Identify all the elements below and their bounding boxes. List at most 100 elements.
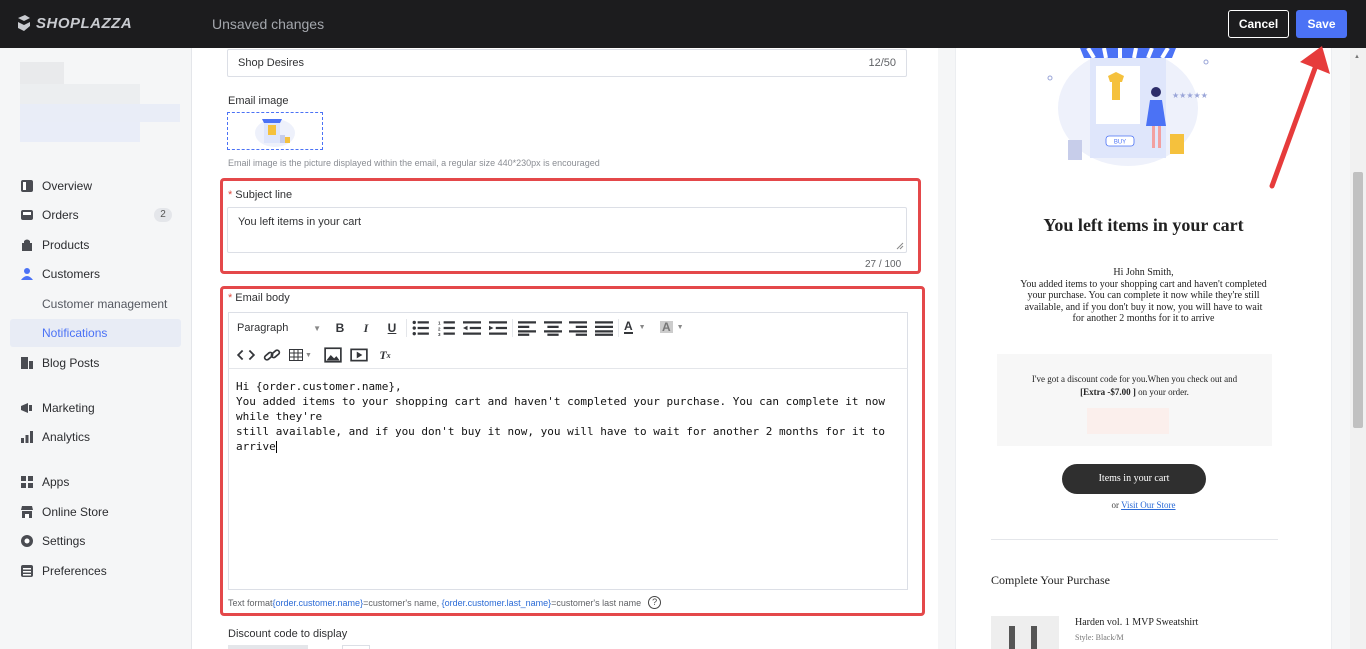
align-center-icon[interactable] [544, 320, 562, 336]
sender-name-value: Shop Desires [238, 57, 305, 69]
align-left-icon[interactable] [518, 320, 536, 336]
text-color-button[interactable]: A ▼ [624, 319, 652, 335]
preview-body: Hi John Smith, You added items to your s… [1020, 267, 1267, 324]
visit-store-line: or Visit Our Store [1111, 500, 1176, 510]
sidebar-item-products[interactable]: Products [20, 235, 89, 255]
text-cursor [275, 441, 277, 453]
sidebar-item-preferences[interactable]: Preferences [20, 561, 107, 581]
email-image-upload[interactable] [227, 112, 323, 150]
sidebar-item-overview[interactable]: Overview [20, 176, 92, 196]
product-style: Style: Black/M [1075, 633, 1124, 642]
discount-text: I've got a discount code for you.When yo… [1031, 374, 1238, 397]
store-url-blur [20, 122, 140, 142]
svg-text:3: 3 [438, 332, 441, 336]
discount-code-image [1087, 408, 1169, 434]
svg-text:1: 1 [438, 321, 441, 326]
chevron-down-icon: ▼ [676, 323, 684, 331]
table-button[interactable]: ▼ [289, 347, 315, 363]
sidebar-item-online-store[interactable]: Online Store [20, 502, 109, 522]
body-text-line: still available, and if you don't buy it… [236, 425, 886, 453]
help-icon[interactable]: ? [648, 596, 662, 609]
complete-purchase-heading: Complete Your Purchase [991, 573, 1110, 587]
bullet-list-icon[interactable] [412, 320, 430, 336]
sidebar-item-label: Blog Posts [42, 356, 100, 370]
notification-editor: Shop Desires 12/50 Email image Email ima… [192, 48, 938, 649]
cancel-button[interactable]: Cancel [1228, 10, 1289, 38]
outdent-icon[interactable] [463, 320, 481, 336]
text-format-hint: Text format {order.customer.name} =custo… [228, 596, 662, 609]
discount-option-text [228, 645, 308, 649]
preview-heading: You left items in your cart [1043, 215, 1244, 235]
sidebar-item-orders[interactable]: Orders [20, 205, 79, 225]
source-code-icon[interactable] [237, 347, 255, 363]
email-body-editor[interactable]: Hi {order.customer.name}, You added item… [228, 368, 908, 590]
body-text-line: You added items to your shopping cart an… [236, 395, 886, 423]
paragraph-select[interactable]: Paragraph ▼ [237, 320, 323, 336]
save-button[interactable]: Save [1296, 10, 1347, 38]
sidebar-item-label: Online Store [42, 505, 109, 519]
scroll-up-icon[interactable]: ▲ [1354, 54, 1360, 60]
store-icon [21, 506, 33, 518]
sidebar-item-customers[interactable]: Customers [20, 264, 100, 284]
subject-label: * Subject line [228, 189, 293, 201]
unsaved-status: Unsaved changes [212, 16, 325, 32]
apps-icon [21, 476, 33, 488]
sidebar-item-marketing[interactable]: Marketing [20, 398, 95, 418]
video-icon[interactable] [350, 347, 368, 363]
sidebar-item-customer-management[interactable]: Customer management [42, 297, 167, 311]
scroll-thumb[interactable] [1353, 172, 1363, 428]
discount-select[interactable] [342, 645, 370, 649]
image-icon[interactable] [324, 347, 342, 363]
numbered-list-icon[interactable]: 123 [438, 320, 456, 336]
product-image [1009, 626, 1037, 649]
subject-count: 27 / 100 [865, 259, 902, 270]
preferences-icon [21, 565, 33, 577]
body-text-line: Hi {order.customer.name}, [236, 380, 402, 393]
buy-label: BUY [1114, 140, 1126, 146]
discount-label: Discount code to display [228, 628, 348, 640]
discount-box: I've got a discount code for you.When yo… [997, 354, 1272, 446]
product-thumbnail [991, 616, 1059, 649]
chevron-down-icon: ▼ [638, 323, 646, 331]
underline-button[interactable]: U [383, 320, 401, 336]
indent-icon[interactable] [489, 320, 507, 336]
items-in-cart-button[interactable]: Items in your cart [1062, 464, 1206, 494]
sidebar-item-label: Analytics [42, 430, 91, 444]
sidebar-item-label: Preferences [42, 564, 107, 578]
visit-store-link[interactable]: Visit Our Store [1121, 500, 1175, 510]
subject-input[interactable]: You left items in your cart [227, 207, 907, 253]
preview-scrollbar[interactable]: ▲ [1350, 48, 1366, 649]
sender-name-input[interactable]: Shop Desires 12/50 [227, 49, 907, 77]
bold-button[interactable]: B [331, 320, 349, 336]
sidebar-item-label: Marketing [42, 401, 95, 415]
annotation-arrow [1269, 46, 1330, 189]
clear-format-icon[interactable]: Tx [376, 347, 394, 363]
shoplazza-logo[interactable]: SHOPLAZZA [16, 14, 132, 32]
link-icon[interactable] [263, 347, 281, 363]
settings-icon [21, 535, 33, 547]
svg-text:2: 2 [438, 326, 441, 331]
sidebar-item-notifications[interactable]: Notifications [42, 326, 107, 340]
resize-handle-icon[interactable] [896, 242, 904, 250]
sidebar-item-apps[interactable]: Apps [20, 472, 69, 492]
editor-toolbar: Paragraph ▼ B I U 123 A ▼ A ▼ ▼ Tx [228, 312, 908, 368]
sidebar-item-analytics[interactable]: Analytics [20, 427, 90, 447]
orders-icon [21, 210, 33, 220]
sidebar-item-label: Overview [42, 179, 93, 193]
divider [991, 539, 1278, 540]
align-right-icon[interactable] [569, 320, 587, 336]
svg-text:★★★★★: ★★★★★ [1172, 91, 1208, 100]
toolbar-divider [618, 319, 619, 337]
product-name: Harden vol. 1 MVP Sweatshirt [1075, 617, 1199, 628]
chevron-down-icon: ▼ [305, 351, 312, 359]
body-label: * Email body [228, 292, 290, 304]
background-color-button[interactable]: A ▼ [660, 319, 688, 335]
customer-last-name-variable: {order.customer.last_name} [441, 597, 552, 608]
products-icon [22, 239, 32, 251]
sidebar-item-settings[interactable]: Settings [20, 531, 85, 551]
italic-button[interactable]: I [357, 320, 375, 336]
sender-name-count: 12/50 [868, 57, 896, 69]
sidebar-item-blog-posts[interactable]: Blog Posts [20, 353, 99, 373]
align-justify-icon[interactable] [595, 320, 613, 336]
email-image-thumbnail [255, 119, 295, 147]
